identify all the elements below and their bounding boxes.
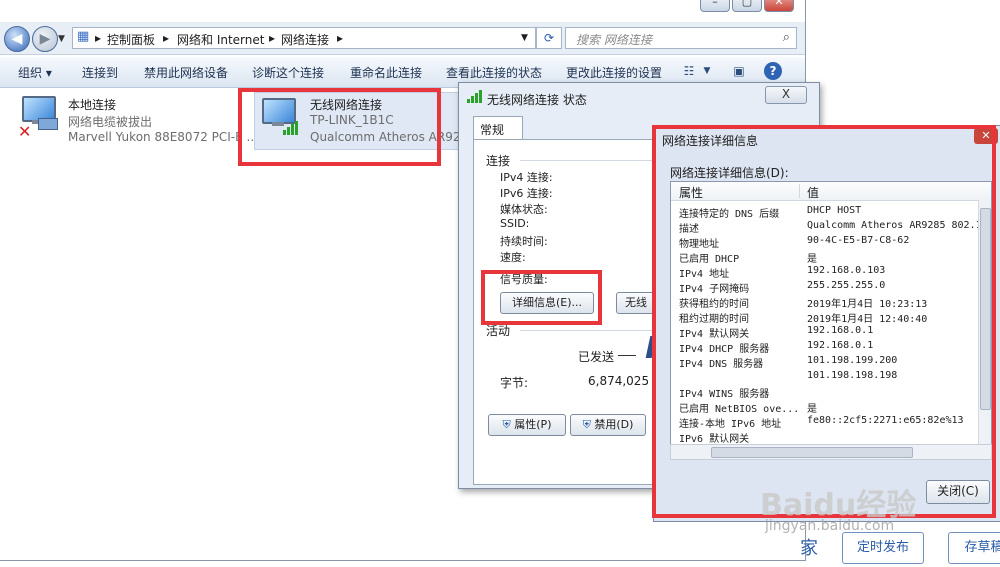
close-icon[interactable]: X	[765, 86, 807, 104]
help-icon[interactable]: ?	[764, 62, 782, 80]
search-input[interactable]: 搜索 网络连接 ⌕	[565, 27, 797, 49]
shield-icon: ⛨	[502, 418, 511, 431]
media-state-label: 媒体状态:	[500, 203, 548, 216]
disconnected-icon: ✕	[18, 122, 32, 141]
highlight-box	[652, 125, 996, 518]
cable-icon	[38, 118, 58, 130]
search-icon[interactable]: ⌕	[783, 30, 790, 45]
speed-label: 速度:	[500, 251, 526, 264]
partial-text: 家	[800, 538, 818, 559]
local-connection-status: 网络电缆被拔出	[68, 115, 153, 129]
organize-menu[interactable]: 组织 ▾	[18, 64, 52, 81]
rename-button[interactable]: 重命名此连接	[350, 64, 422, 81]
bytes-sent-value: 6,874,025	[588, 374, 650, 388]
back-icon[interactable]: ◀	[4, 26, 30, 52]
sent-label: 已发送	[578, 350, 615, 364]
breadcrumb-network-internet[interactable]: 网络和 Internet	[177, 31, 264, 48]
search-placeholder: 搜索 网络连接	[576, 33, 652, 47]
save-draft-button[interactable]: 存草稿	[948, 532, 1000, 564]
ssid-label: SSID:	[500, 217, 530, 230]
highlight-box	[481, 270, 602, 325]
bytes-label: 字节:	[500, 376, 529, 390]
duration-label: 持续时间:	[500, 235, 548, 248]
network-icon[interactable]: ✕	[18, 96, 60, 141]
ipv6-connectivity-label: IPv6 连接:	[500, 187, 553, 200]
view-status-button[interactable]: 查看此连接的状态	[446, 64, 542, 81]
properties-button[interactable]: ⛨ 属性(P)	[488, 414, 566, 436]
wifi-signal-icon	[467, 90, 482, 103]
change-settings-button[interactable]: 更改此连接的设置	[566, 64, 662, 81]
close-window-button[interactable]: ✕	[764, 0, 794, 12]
highlight-box	[238, 88, 441, 166]
connection-section-title: 连接	[486, 154, 511, 168]
ipv4-connectivity-label: IPv4 连接:	[500, 171, 553, 184]
connect-to-button[interactable]: 连接到	[82, 64, 118, 81]
disable-device-button[interactable]: 禁用此网络设备	[144, 64, 228, 81]
breadcrumb-control-panel[interactable]: 控制面板	[107, 31, 155, 48]
maximize-button[interactable]: ▢	[732, 0, 762, 12]
local-connection-adapter: Marvell Yukon 88E8072 PCI-E ...	[68, 130, 258, 144]
preview-pane-icon[interactable]: ▣	[730, 62, 748, 80]
scheduled-publish-button[interactable]: 定时发布	[842, 532, 924, 564]
control-panel-icon: ▦	[77, 29, 90, 44]
history-dropdown-icon[interactable]: ▼	[58, 34, 65, 44]
local-connection-name[interactable]: 本地连接	[68, 96, 116, 113]
tab-general[interactable]: 常规	[473, 116, 523, 141]
dialog-title: 无线网络连接 状态	[487, 93, 587, 107]
address-bar[interactable]: ▦ ▸ 控制面板 ▸ 网络和 Internet ▸ 网络连接 ▸ ▼	[72, 27, 536, 49]
diagnose-button[interactable]: 诊断这个连接	[252, 64, 324, 81]
address-dropdown-icon[interactable]: ▼	[521, 33, 528, 43]
forward-icon[interactable]: ▶	[32, 26, 58, 52]
view-options-icon[interactable]: ☷	[680, 62, 698, 80]
breadcrumb-network-connections[interactable]: 网络连接	[281, 31, 329, 48]
minimize-button[interactable]: –	[700, 0, 730, 12]
shield-icon: ⛨	[582, 418, 591, 431]
refresh-icon[interactable]: ⟳	[536, 27, 562, 49]
disable-button[interactable]: ⛨ 禁用(D)	[570, 414, 646, 436]
view-dropdown-icon[interactable]: ▼	[698, 62, 716, 80]
window-controls: – ▢ ✕	[700, 0, 800, 12]
